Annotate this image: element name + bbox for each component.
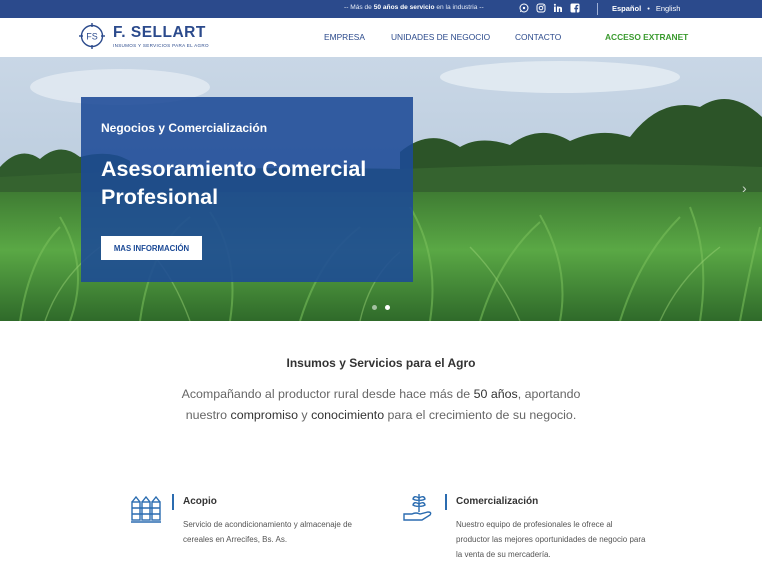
topbar-divider — [597, 3, 598, 15]
nav-unidades-de-negocio[interactable]: UNIDADES DE NEGOCIO — [391, 32, 490, 42]
nav-empresa[interactable]: EMPRESA — [324, 32, 365, 42]
intro-title: Insumos y Servicios para el Agro — [286, 356, 476, 370]
language-spanish[interactable]: Español — [612, 4, 641, 13]
social-links — [519, 3, 580, 14]
tagline-highlight: 50 años de servicio — [373, 4, 435, 11]
logo-name: F. SELLART — [113, 23, 206, 41]
facebook-icon[interactable] — [570, 3, 580, 14]
service-desc-comercializacion: Nuestro equipo de profesionales le ofrec… — [456, 520, 646, 559]
instagram-icon[interactable] — [536, 3, 546, 13]
more-info-button[interactable]: MAS INFORMACIÓN — [101, 236, 202, 260]
tagline-prefix: -- Más de — [344, 4, 372, 11]
logo-subtitle: INSUMOS Y SERVICIOS PARA EL AGRO — [113, 42, 209, 48]
silo-icon — [131, 495, 161, 523]
hero-caption-box: Negocios y Comercialización Asesoramient… — [81, 97, 413, 282]
site-header: FS F. SELLART INSUMOS Y SERVICIOS PARA E… — [0, 18, 762, 57]
logo[interactable]: FS F. SELLART INSUMOS Y SERVICIOS PARA E… — [79, 23, 209, 49]
nav-contacto[interactable]: CONTACTO — [515, 32, 561, 42]
tagline: -- Más de 50 años de servicio en la indu… — [344, 4, 484, 11]
service-desc-acopio: Servicio de acondicionamiento y almacena… — [183, 520, 352, 544]
slider-dot-1[interactable] — [372, 305, 377, 310]
linkedin-icon[interactable] — [553, 3, 563, 13]
tagline-suffix: en la industria -- — [436, 4, 484, 11]
slider-next-arrow[interactable]: › — [742, 180, 747, 196]
service-title-acopio: Acopio — [183, 496, 217, 507]
hero-title: Asesoramiento Comercial Profesional — [101, 157, 367, 209]
logo-initials: FS — [86, 32, 98, 42]
slider-dot-2[interactable] — [385, 305, 390, 310]
language-english[interactable]: English — [656, 4, 681, 13]
plant-hand-icon — [403, 494, 432, 521]
whatsapp-icon[interactable] — [519, 3, 529, 13]
acopio-accent-bar — [172, 494, 174, 510]
top-bar: -- Más de 50 años de servicio en la indu… — [0, 0, 762, 18]
logo-mark-icon: FS — [79, 23, 105, 49]
nav-acceso-extranet[interactable]: ACCESO EXTRANET — [605, 32, 688, 42]
hero-kicker: Negocios y Comercialización — [101, 121, 268, 135]
hero-slider: Negocios y Comercialización Asesoramient… — [0, 57, 762, 321]
language-separator: • — [647, 4, 650, 13]
intro-text: Acompañando al productor rural desde hac… — [181, 387, 581, 422]
comercializacion-accent-bar — [445, 494, 447, 510]
service-title-comercializacion: Comercialización — [456, 496, 539, 507]
language-switcher: Español • English — [612, 4, 680, 13]
